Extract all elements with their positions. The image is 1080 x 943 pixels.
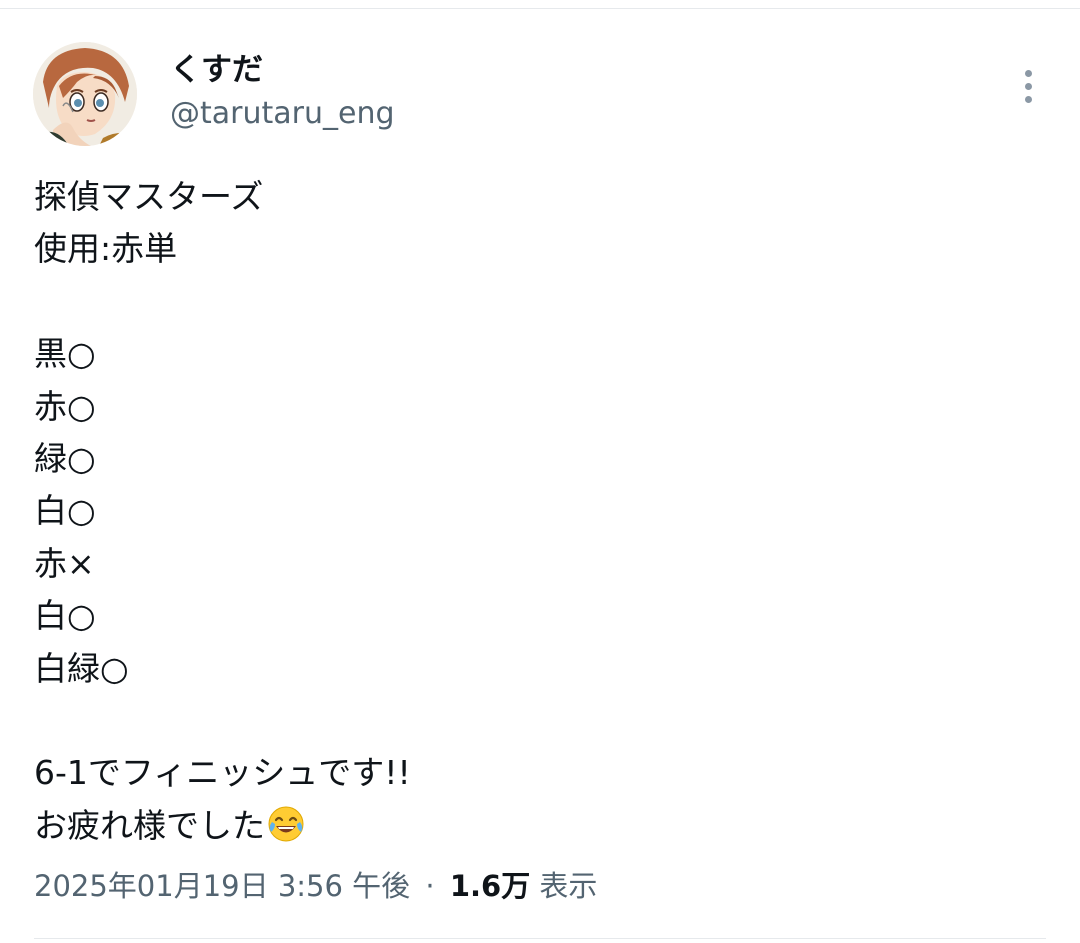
top-divider	[0, 8, 1080, 9]
author-display-name[interactable]: くすだ	[170, 50, 263, 90]
tweet-line: 緑○	[34, 438, 96, 478]
tweet-line: 黒○	[34, 334, 96, 374]
tweet-line: 赤×	[34, 543, 95, 583]
more-vertical-icon-dot	[1024, 82, 1032, 90]
tweet-meta: 2025年01月19日 3:56 午後 · 1.6万 表示	[34, 864, 597, 908]
bottom-divider	[34, 938, 1046, 939]
tweet-timestamp[interactable]: 2025年01月19日 3:56 午後	[34, 869, 410, 903]
tweet-text: 探偵マスターズ 使用:赤単 黒○ 赤○ 緑○ 白○ 赤× 白○ 白緑○ 6-1で…	[34, 171, 1044, 852]
tweet-line: 白緑○	[34, 648, 129, 688]
tweet-line-last: お疲れ様でした	[34, 800, 1044, 852]
views-label: 表示	[539, 869, 598, 903]
tweet-line: 白○	[34, 596, 96, 636]
tweet-line: 赤○	[34, 386, 96, 426]
tweet-line: 使用:赤単	[34, 229, 178, 269]
more-options-button[interactable]	[1008, 64, 1048, 108]
anime-character-avatar-icon	[33, 42, 137, 146]
author-handle[interactable]: @tarutaru_eng	[170, 94, 395, 134]
more-vertical-icon	[1024, 69, 1032, 77]
tweet-line: 白○	[34, 491, 96, 531]
tweet-line	[34, 276, 1044, 328]
meta-separator: ·	[425, 869, 435, 903]
tears-of-joy-emoji-icon	[267, 805, 305, 858]
tweet-line-text: お疲れ様でした	[34, 805, 265, 845]
tweet-line: 探偵マスターズ	[34, 177, 264, 216]
more-vertical-icon-dot	[1024, 95, 1032, 103]
tweet-line: 6-1でフィニッシュです!!	[34, 753, 411, 793]
tweet-line	[34, 695, 1044, 747]
views-count[interactable]: 1.6万	[450, 869, 530, 903]
author-avatar[interactable]	[33, 42, 137, 146]
